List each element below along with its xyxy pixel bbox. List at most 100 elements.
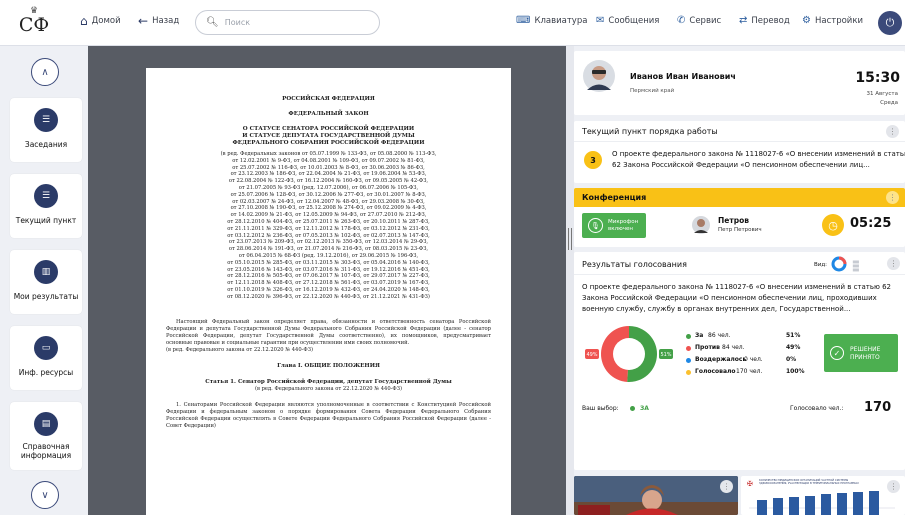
agenda-text[interactable]: О проекте федерального закона № 1118027-… — [612, 149, 905, 171]
total-voted-value: 170 — [864, 400, 892, 415]
legend-row-against: Против 84 чел. 49% — [686, 344, 800, 356]
chevron-down-icon: ∨ — [41, 489, 49, 501]
legend-dot — [686, 370, 691, 375]
more-icon[interactable]: ⋮ — [720, 480, 733, 493]
service-label: Сервис — [689, 15, 722, 26]
clock-time: 15:30 — [855, 70, 900, 86]
agenda-text-line: О проекте федерального закона № 1118027-… — [612, 150, 905, 158]
my-choice-label: Ваш выбор: — [582, 405, 619, 412]
sidebar-item-label: Текущий пункт — [15, 216, 77, 225]
doc-amendment-line: от 12.02.2001 № 9-ФЗ, от 04.08.2001 № 10… — [232, 157, 425, 164]
presentation-tile[interactable]: ✠ КОЛИЧЕСТВО МЕДИЦИНСКИХ ОРГАНИЗАЦИЙ ЧАС… — [741, 476, 905, 515]
speaker-avatar — [692, 216, 710, 234]
messages-button[interactable]: ✉ Сообщения — [596, 15, 659, 26]
voting-title: Результаты голосования — [582, 260, 687, 269]
avatar — [583, 60, 615, 92]
settings-label: Настройки — [814, 15, 863, 26]
doc-amendment-line: от 22.08.2004 № 122-ФЗ, от 16.12.2004 № … — [228, 178, 429, 185]
back-button[interactable]: ← Назад — [138, 14, 179, 28]
app-root: ♛ СФ ⌂ Домой ← Назад 🔍︎ Поиск ⌨ Клавиату… — [0, 0, 905, 515]
speaker-timer: 05:25 — [850, 216, 892, 231]
emblem-icon: ✠ — [747, 480, 753, 488]
doc-amendment-line: от 28.12.2016 № 505-ФЗ, от 07.06.2017 № … — [227, 273, 430, 280]
voting-text-line: Закона Российской Федерации «О пенсионно… — [582, 294, 877, 302]
legend-count: 86 чел. — [708, 332, 731, 339]
slide-header: КОЛИЧЕСТВО МЕДИЦИНСКИХ ОРГАНИЗАЦИЙ ЧАСТН… — [759, 479, 859, 486]
scroll-down-button[interactable]: ∨ — [31, 481, 59, 509]
doc-amendment-line: от 25.07.2006 № 128-ФЗ, от 30.12.2006 № … — [230, 191, 427, 198]
right-panel: Иванов Иван Иванович Пермский край 15:30… — [574, 46, 905, 515]
list-view-icon[interactable]: ▬ ▬ ▬ — [852, 258, 866, 274]
doc-amendment-line: от 03.12.2012 № 236-ФЗ, от 07.05.2013 № … — [227, 232, 430, 239]
settings-button[interactable]: ⚙ Настройки — [802, 15, 863, 26]
home-button[interactable]: ⌂ Домой — [80, 14, 121, 28]
translate-button[interactable]: ⇄ Перевод — [739, 15, 790, 26]
sidebar-item-resources[interactable]: ▭ Инф. ресурсы — [10, 326, 82, 390]
legend-label: Воздержалось — [695, 356, 747, 363]
legend-dot — [686, 358, 691, 363]
doc-title: О СТАТУСЕ СЕНАТОРА РОССИЙСКОЙ ФЕДЕРАЦИИ … — [146, 126, 511, 147]
speaker-name: Петр Петрович — [718, 227, 762, 233]
divider — [574, 274, 905, 275]
legend-label: Против — [695, 344, 720, 351]
doc-intro-ref: (в ред. Федерального закона от 22.12.202… — [166, 346, 313, 353]
sidebar-item-sessions[interactable]: ☰ Заседания — [10, 98, 82, 162]
power-button[interactable]: ⏻ — [878, 11, 902, 35]
doc-amendment-line: от 02.03.2007 № 24-ФЗ, от 12.04.2007 № 4… — [232, 198, 425, 205]
legend-row-abstained: Воздержалось 0 чел. 0% — [686, 356, 796, 368]
clock-date: 31 Августа — [866, 91, 899, 97]
keyboard-button[interactable]: ⌨ Клавиатура — [516, 15, 587, 26]
doc-article-ref: (в ред. Федерального закона от 22.12.202… — [255, 385, 402, 392]
panel-splitter[interactable] — [566, 46, 574, 515]
keyboard-icon: ⌨ — [516, 15, 531, 26]
decision-text: РЕШЕНИЕ ПРИНЯТО — [850, 346, 880, 362]
video-tile[interactable]: ⋮ — [574, 476, 738, 515]
doc-amendment-line: от 23.12.2003 № 186-ФЗ, от 22.04.2004 № … — [230, 171, 427, 178]
agenda-text-line: 62 Закона Российской Федерации «О пенсио… — [612, 161, 870, 169]
splitter-grip — [568, 228, 572, 250]
legend-row-for: За 86 чел. 51% — [686, 332, 800, 344]
agenda-number-badge: 3 — [584, 151, 602, 169]
more-icon[interactable]: ⋮ — [887, 257, 900, 270]
back-label: Назад — [152, 16, 180, 26]
voting-card: Результаты голосования Вид: ▬ ▬ ▬ ⋮ О прое… — [574, 252, 905, 470]
document-page: РОССИЙСКАЯ ФЕДЕРАЦИЯ ФЕДЕРАЛЬНЫЙ ЗАКОН О… — [146, 68, 511, 515]
sidebar-item-label: Инф. ресурсы — [18, 368, 74, 377]
sidebar-item-current[interactable]: ☰ Текущий пункт — [10, 174, 82, 238]
arrow-left-icon: ← — [138, 14, 149, 28]
decision-text-line: ПРИНЯТО — [850, 354, 880, 361]
legend-pct: 51% — [786, 332, 801, 339]
my-choice-value: ЗА — [640, 405, 649, 412]
donut-view-icon[interactable] — [831, 256, 847, 272]
service-button[interactable]: ✆ Сервис — [677, 15, 721, 26]
against-pct-label: 49% — [586, 352, 597, 358]
view-label: Вид: — [814, 262, 828, 268]
doc-amendment-line: от 21.11.2011 № 329-ФЗ, от 12.11.2012 № … — [227, 225, 430, 232]
doc-clause: 1. Сенаторами Российской Федерации являю… — [166, 401, 491, 429]
more-icon[interactable]: ⋮ — [887, 480, 900, 493]
agenda-title: Текущий пункт порядка работы — [582, 127, 718, 136]
check-icon: ✓ — [830, 346, 844, 360]
profile-region: Пермский край — [630, 88, 675, 94]
agenda-card: Текущий пункт порядка работы ⋮ 3 О проек… — [574, 121, 905, 183]
document-viewer[interactable]: РОССИЙСКАЯ ФЕДЕРАЦИЯ ФЕДЕРАЛЬНЫЙ ЗАКОН О… — [88, 46, 568, 515]
search-input[interactable]: 🔍︎ Поиск — [195, 10, 380, 35]
legend-count: 170 чел. — [736, 368, 763, 375]
doc-amendment-line: от 08.12.2020 № 396-ФЗ, от 22.12.2020 № … — [227, 293, 430, 300]
more-icon[interactable]: ⋮ — [886, 191, 899, 204]
legend-pct: 49% — [786, 344, 801, 351]
scroll-up-button[interactable]: ∧ — [31, 58, 59, 86]
doc-chapter: Глава I. ОБЩИЕ ПОЛОЖЕНИЯ — [277, 362, 380, 369]
sidebar-item-reference[interactable]: ▤ Справочная информация — [10, 402, 82, 470]
more-icon[interactable]: ⋮ — [886, 125, 899, 138]
translate-label: Перевод — [751, 15, 790, 26]
list-icon: ☰ — [34, 184, 58, 208]
doc-intro: Настоящий Федеральный закон определяет п… — [166, 318, 491, 346]
sidebar-item-results[interactable]: ▥ Мои результаты — [10, 250, 82, 314]
voting-text: О проекте федерального закона № 1118027-… — [582, 282, 891, 315]
doc-amendment-line: от 05.10.2015 № 285-ФЗ, от 03.11.2015 № … — [227, 259, 430, 266]
microphone-button[interactable]: 🎙︎ Микрофон включен — [582, 213, 646, 238]
doc-amendment-line: от 25.07.2002 № 116-ФЗ, от 10.01.2003 № … — [232, 164, 425, 171]
search-placeholder: Поиск — [224, 18, 251, 27]
doc-amendment-line: от 12.11.2018 № 408-ФЗ, от 27.12.2018 № … — [227, 280, 430, 287]
